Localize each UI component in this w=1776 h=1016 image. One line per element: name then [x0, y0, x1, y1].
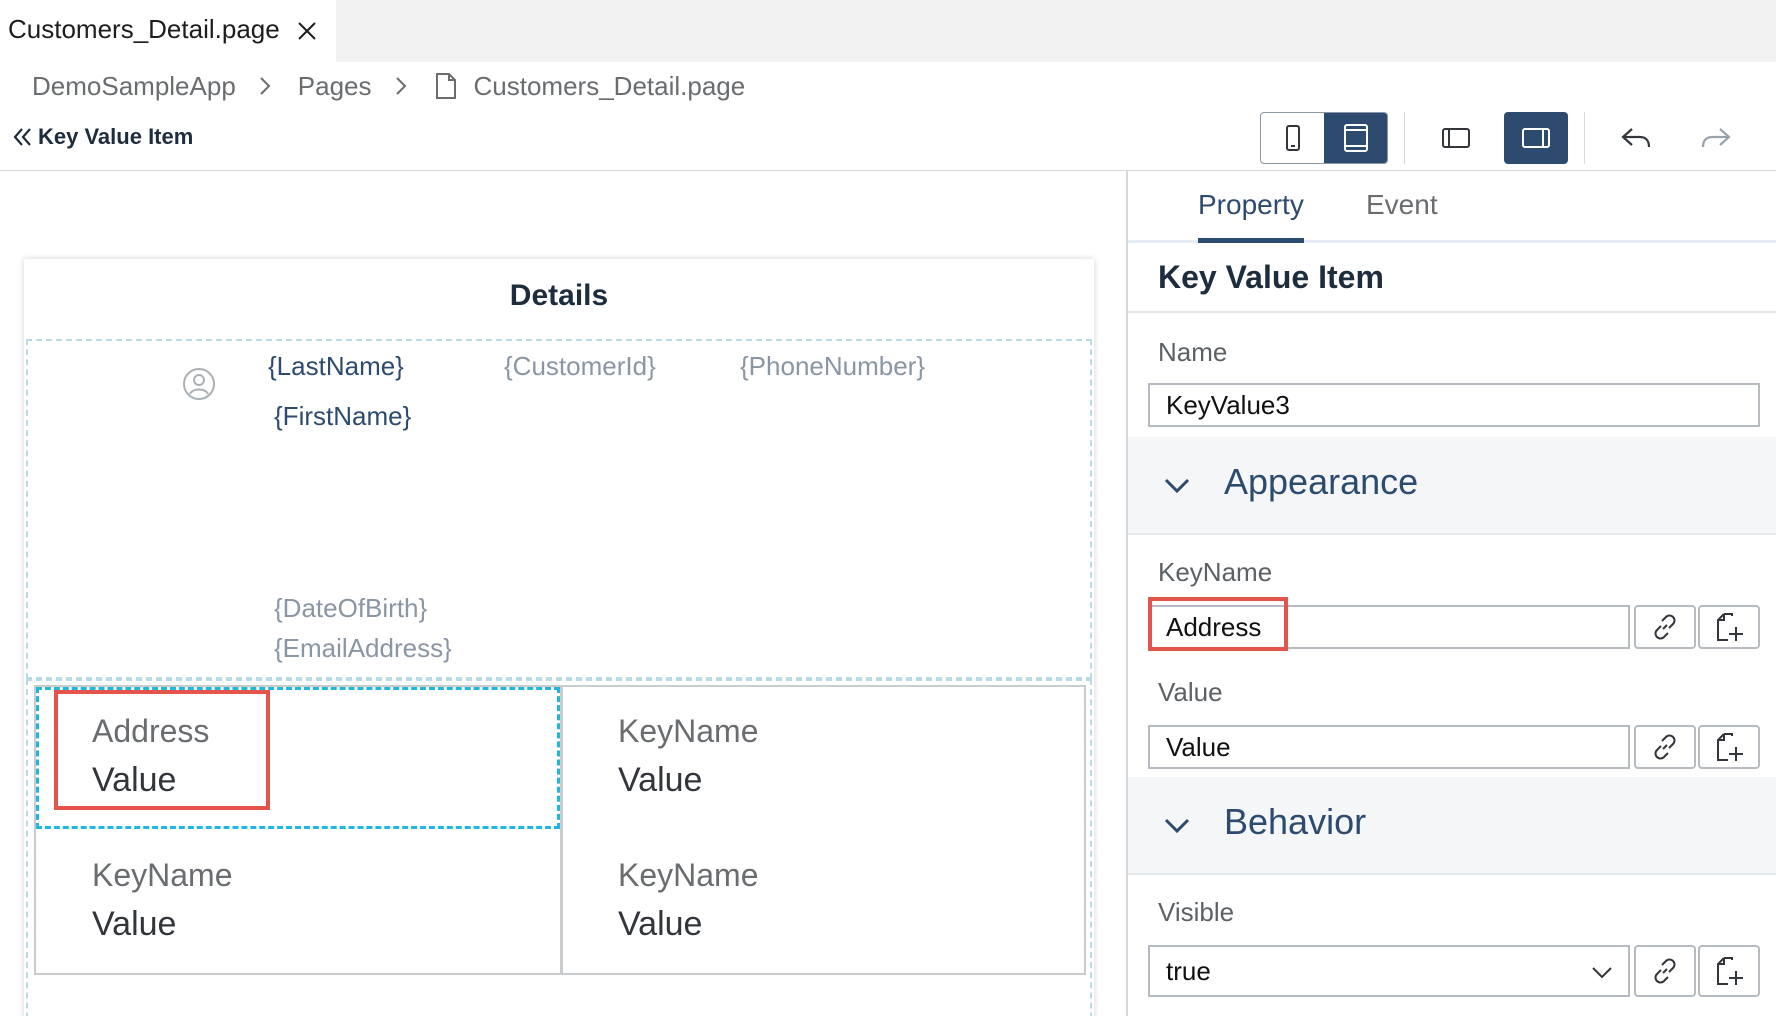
section-title: Details: [509, 279, 609, 312]
page-preview-card: Details {LastName} {CustomerId} {PhoneNu…: [24, 259, 1094, 1016]
chevron-down-icon: [1592, 967, 1612, 979]
undo-icon: [1621, 128, 1651, 148]
chevron-down-icon: [1164, 818, 1190, 834]
double-chevron-left-icon: [13, 128, 31, 146]
key-value-grid: Address Value KeyName Value KeyName Valu…: [34, 685, 1086, 975]
back-title-label: Key Value Item: [38, 124, 194, 149]
redo-icon: [1701, 128, 1731, 148]
visible-select[interactable]: true: [1148, 945, 1630, 997]
behavior-section-header[interactable]: Behavior: [1128, 777, 1776, 873]
toolbar-divider: [1404, 112, 1405, 164]
file-tab[interactable]: Customers_Detail.page: [0, 0, 336, 62]
file-tab-label: Customers_Detail.page: [8, 14, 280, 44]
header-date-of-birth: {DateOfBirth}: [274, 593, 428, 623]
panel-title: Key Value Item: [1158, 259, 1384, 295]
value-bind-button[interactable]: [1634, 725, 1696, 769]
header-last-name: {LastName}: [268, 351, 404, 381]
breadcrumb: DemoSampleApp Pages Customers_Detail.pag…: [32, 66, 745, 106]
visible-select-value: true: [1166, 955, 1211, 986]
behavior-label: Behavior: [1224, 801, 1367, 842]
panel-divider: [1128, 311, 1776, 313]
phone-icon: [1285, 125, 1300, 151]
panel-left-icon: [1442, 128, 1470, 148]
link-icon: [1654, 734, 1676, 760]
breadcrumb-item-pages[interactable]: Pages: [298, 71, 372, 102]
tablet-icon: [1343, 124, 1368, 152]
key-value-item-value[interactable]: Value: [92, 905, 176, 944]
link-icon: [1654, 614, 1676, 640]
keyname-bind-button[interactable]: [1634, 605, 1696, 649]
new-object-icon: [1717, 613, 1743, 641]
toggle-right-panel-button[interactable]: [1504, 112, 1568, 164]
key-value-item-key[interactable]: KeyName: [92, 857, 233, 894]
chevron-right-icon: [260, 77, 271, 95]
key-value-column-divider: [560, 687, 563, 973]
key-value-item-value: Value: [92, 761, 177, 799]
appearance-section-header[interactable]: Appearance: [1128, 437, 1776, 533]
header-first-name: {FirstName}: [274, 401, 412, 431]
chevron-right-icon: [395, 77, 406, 95]
header-email-address: {EmailAddress}: [274, 633, 452, 663]
value-field[interactable]: Value: [1148, 725, 1630, 769]
undo-button[interactable]: [1604, 112, 1668, 164]
panel-right-icon: [1522, 128, 1550, 148]
panel-tabs: Property Event: [1128, 171, 1776, 243]
key-value-item-key[interactable]: KeyName: [618, 857, 759, 894]
appearance-label: Appearance: [1224, 461, 1419, 502]
redo-button[interactable]: [1684, 112, 1748, 164]
chevron-down-icon: [1164, 478, 1190, 494]
key-value-item-key[interactable]: KeyName: [618, 713, 759, 750]
key-value-section[interactable]: Address Value KeyName Value KeyName Valu…: [26, 679, 1092, 1016]
header-phone-number: {PhoneNumber}: [740, 351, 926, 381]
panel-divider: [1128, 873, 1776, 875]
visible-bind-button[interactable]: [1634, 945, 1696, 997]
name-label: Name: [1158, 337, 1228, 367]
tablet-preview-button[interactable]: [1324, 113, 1387, 163]
toolbar-divider: [1584, 112, 1585, 164]
header-customer-id: {CustomerId}: [504, 351, 656, 381]
breadcrumb-item-app[interactable]: DemoSampleApp: [32, 71, 236, 102]
device-toggle-group: [1260, 112, 1388, 164]
tab-event[interactable]: Event: [1366, 189, 1438, 221]
highlight-box: [1148, 597, 1288, 651]
key-value-item-value[interactable]: Value: [618, 761, 702, 800]
object-header[interactable]: {LastName} {CustomerId} {PhoneNumber} {F…: [26, 339, 1092, 679]
panel-divider: [1128, 533, 1776, 535]
link-icon: [1654, 958, 1676, 984]
phone-preview-button[interactable]: [1261, 113, 1324, 163]
design-canvas: Details {LastName} {CustomerId} {PhoneNu…: [0, 171, 1126, 1016]
properties-panel: Property Event Key Value Item Name KeyVa…: [1126, 171, 1776, 1016]
name-field[interactable]: KeyValue3: [1148, 383, 1760, 427]
keyname-new-object-button[interactable]: [1698, 605, 1760, 649]
new-object-icon: [1717, 733, 1743, 761]
avatar-icon: [183, 368, 215, 400]
key-value-item-key: Address: [92, 713, 210, 749]
visible-new-object-button[interactable]: [1698, 945, 1760, 997]
editor-tab-bar: Customers_Detail.page: [0, 0, 1776, 62]
back-title[interactable]: Key Value Item: [12, 124, 193, 150]
key-value-item-value[interactable]: Value: [618, 905, 702, 944]
toggle-left-panel-button[interactable]: [1424, 112, 1488, 164]
tab-property[interactable]: Property: [1198, 189, 1304, 221]
value-new-object-button[interactable]: [1698, 725, 1760, 769]
keyname-label: KeyName: [1158, 557, 1273, 587]
visible-label: Visible: [1158, 897, 1235, 927]
breadcrumb-item-page[interactable]: Customers_Detail.page: [474, 71, 746, 102]
close-icon[interactable]: [294, 18, 320, 44]
active-tab-indicator: [1198, 238, 1304, 243]
value-label: Value: [1158, 677, 1223, 707]
file-icon: [435, 73, 456, 99]
new-object-icon: [1717, 957, 1743, 985]
